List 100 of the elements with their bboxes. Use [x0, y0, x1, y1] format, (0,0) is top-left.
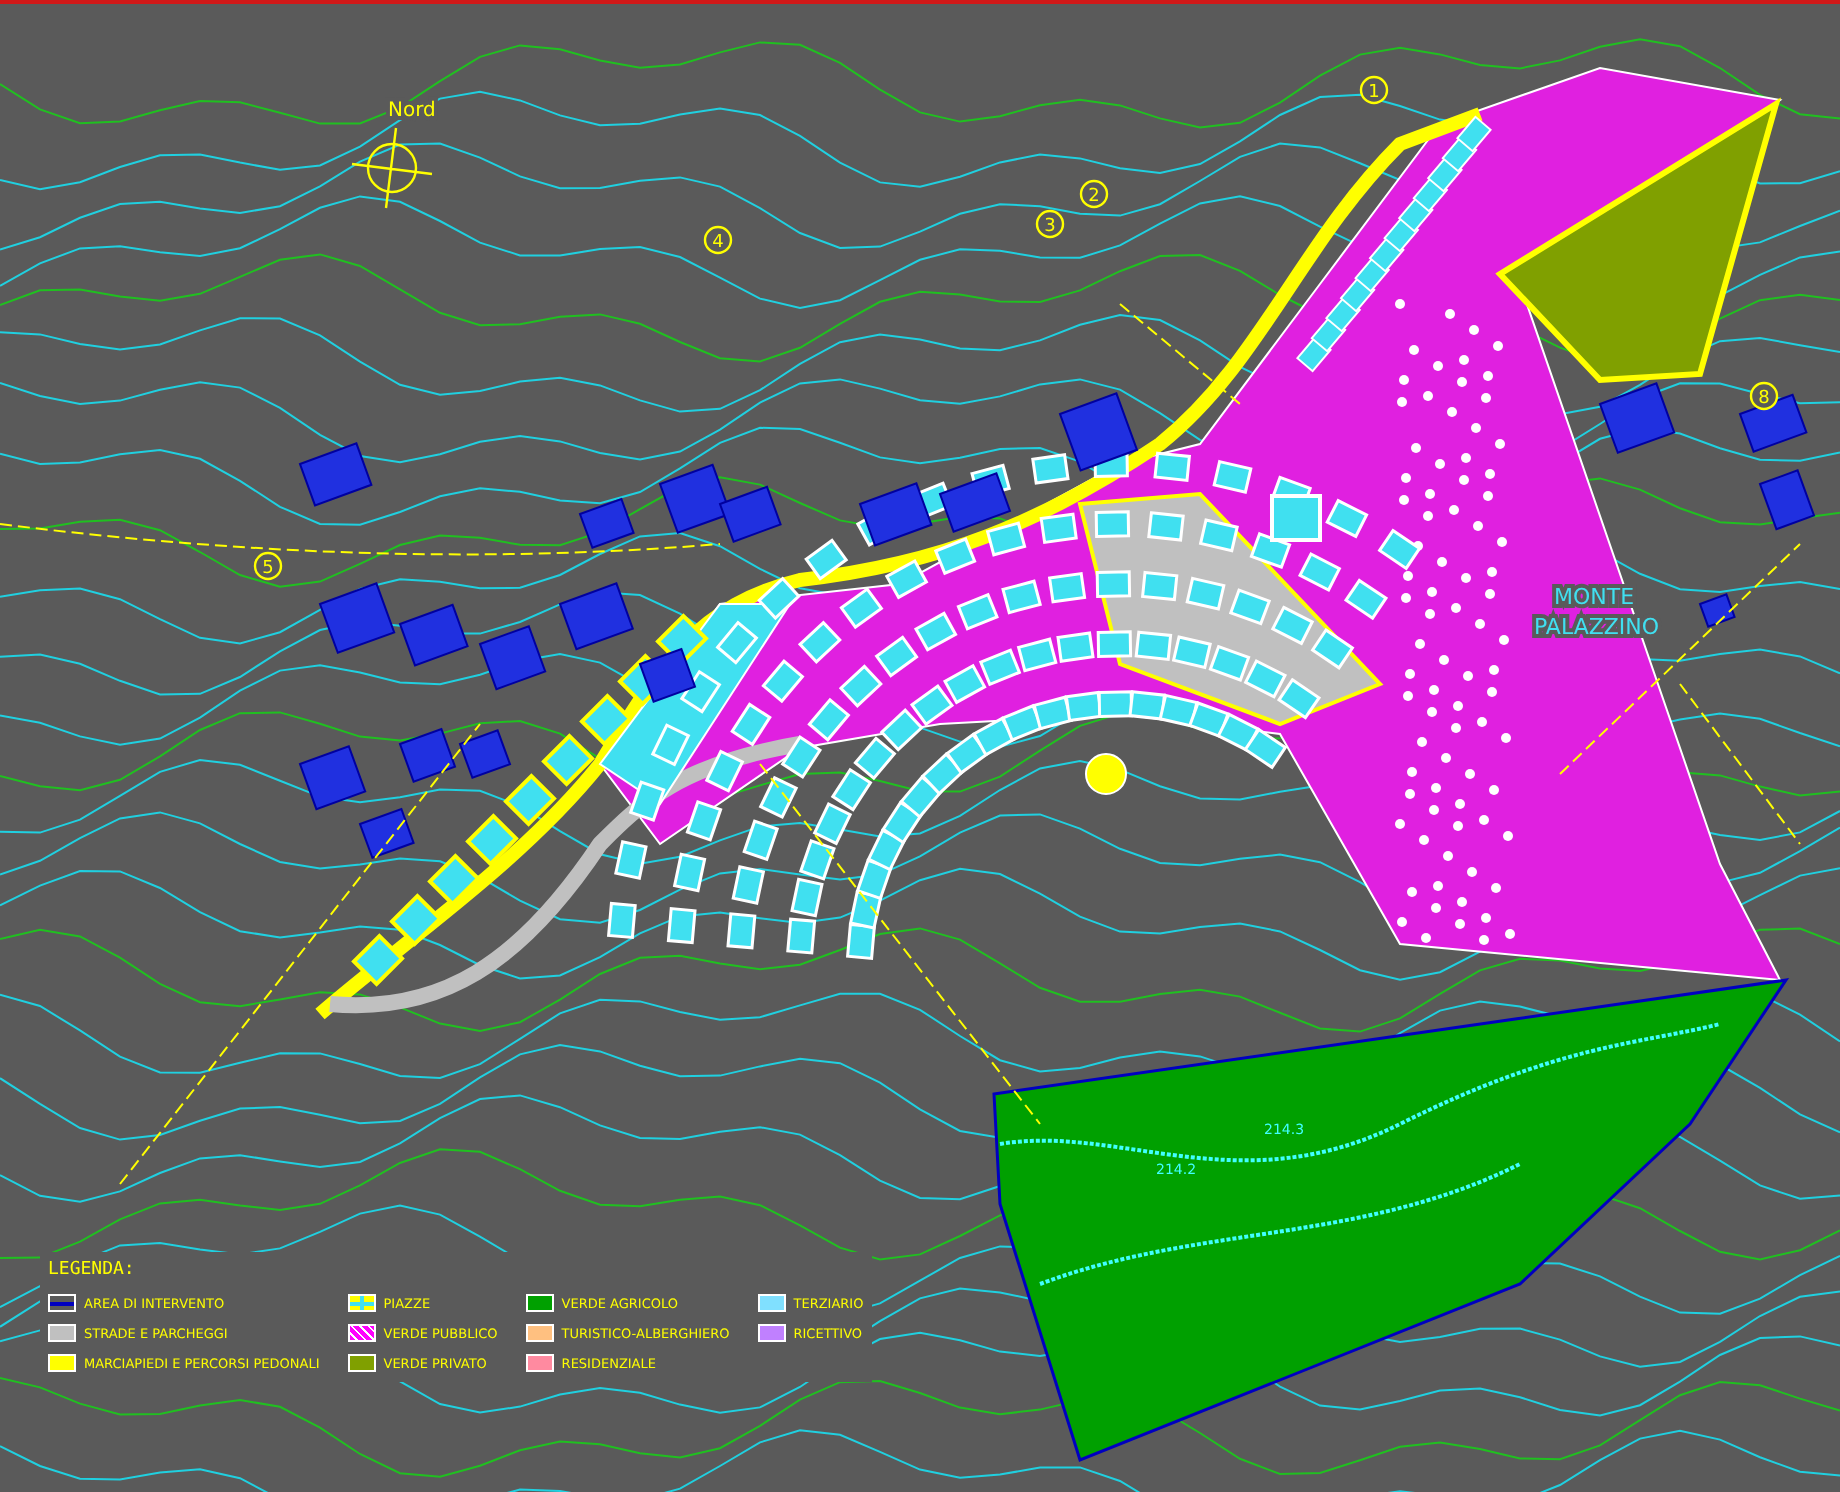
housing-block	[731, 865, 766, 905]
building	[318, 582, 396, 655]
tree-dot	[1463, 671, 1473, 681]
tree-dot	[1403, 571, 1413, 581]
tree-dot	[1415, 639, 1425, 649]
building	[1758, 469, 1816, 531]
housing-block	[1216, 712, 1260, 753]
housing-block	[685, 799, 723, 842]
housing-block	[866, 828, 907, 872]
tree-dot	[1429, 685, 1439, 695]
housing-block	[758, 775, 799, 819]
housing-block	[1095, 570, 1132, 598]
housing-block	[830, 767, 873, 812]
building	[578, 497, 635, 550]
tree-dot	[1469, 325, 1479, 335]
housing-block	[1016, 637, 1058, 673]
housing-block	[845, 922, 877, 961]
tree-dot	[1417, 737, 1427, 747]
tree-dot	[1449, 505, 1459, 515]
housing-block	[1187, 701, 1230, 739]
housing-block	[1270, 605, 1315, 646]
tree-dot	[1461, 453, 1471, 463]
tree-dot	[1425, 609, 1435, 619]
tree-dot	[1459, 355, 1469, 365]
housing-block	[1031, 453, 1070, 485]
housing-block	[1047, 571, 1087, 604]
tree-dot	[1473, 521, 1483, 531]
tree-dot	[1489, 665, 1499, 675]
housing-block	[942, 663, 987, 705]
housing-block	[1310, 627, 1355, 670]
housing-block	[1134, 630, 1173, 662]
tree-dot	[1503, 831, 1513, 841]
housing-block	[614, 840, 648, 880]
housing-block	[839, 586, 884, 630]
housing-block	[389, 893, 443, 947]
tree-dot	[1421, 933, 1431, 943]
tree-dot	[1445, 309, 1455, 319]
tree-dot	[1409, 345, 1419, 355]
building	[398, 727, 457, 783]
tree-dot	[1433, 881, 1443, 891]
building	[1058, 392, 1139, 472]
tree-dot	[1485, 469, 1495, 479]
north-arrow-icon	[350, 126, 434, 210]
housing-block	[1001, 703, 1044, 742]
housing-block	[1243, 659, 1288, 699]
building	[298, 744, 367, 811]
tree-dot	[1427, 587, 1437, 597]
housing-block	[761, 659, 805, 704]
tree-dot	[1431, 903, 1441, 913]
tree-dot	[1429, 805, 1439, 815]
housing-block	[726, 912, 757, 950]
tree-dot	[1475, 619, 1485, 629]
tree-dot	[1471, 423, 1481, 433]
building	[658, 463, 732, 535]
tree-dot	[1423, 391, 1433, 401]
tree-dot	[1499, 635, 1509, 645]
tree-dot	[1493, 341, 1503, 351]
tree-dot	[1437, 557, 1447, 567]
housing-block	[881, 800, 923, 845]
tree-dot	[1495, 439, 1505, 449]
housing-block	[1140, 570, 1179, 602]
tree-dot	[1423, 511, 1433, 521]
housing-block	[797, 620, 842, 664]
tree-dot	[1459, 475, 1469, 485]
tree-dot	[1397, 397, 1407, 407]
tree-dot	[1477, 717, 1487, 727]
housing-block	[1097, 690, 1134, 718]
housing-block	[1208, 644, 1251, 682]
legend-title: LEGENDA:	[48, 1260, 137, 1280]
tree-dot	[1411, 443, 1421, 453]
housing-block	[1276, 677, 1322, 720]
tree-dot	[1427, 707, 1437, 717]
tree-dot	[1487, 687, 1497, 697]
tree-dot	[1461, 573, 1471, 583]
building	[1738, 393, 1808, 453]
housing-block	[704, 749, 745, 793]
housing-block	[1064, 690, 1104, 723]
tree-dot	[1405, 669, 1415, 679]
section-marker: 2	[1079, 179, 1109, 209]
tree-dot	[1483, 491, 1493, 501]
tree-dot	[1453, 701, 1463, 711]
tree-dot	[1447, 407, 1457, 417]
housing-block	[541, 733, 595, 787]
building	[358, 807, 415, 860]
housing-block	[1171, 635, 1212, 670]
tree-dot	[1433, 361, 1443, 371]
housing-block	[838, 664, 883, 708]
housing-block	[978, 648, 1022, 687]
section-marker: 3	[1035, 209, 1065, 239]
housing-block	[1153, 451, 1192, 483]
tree-dot	[1451, 723, 1461, 733]
tree-dot	[1479, 935, 1489, 945]
housing-block	[920, 752, 965, 796]
housing-block	[503, 773, 557, 827]
housing-block	[742, 819, 780, 862]
tree-dot	[1405, 789, 1415, 799]
housing-block	[945, 732, 990, 775]
tree-dot	[1399, 375, 1409, 385]
tree-dot	[1431, 783, 1441, 793]
housing-block	[855, 858, 893, 901]
